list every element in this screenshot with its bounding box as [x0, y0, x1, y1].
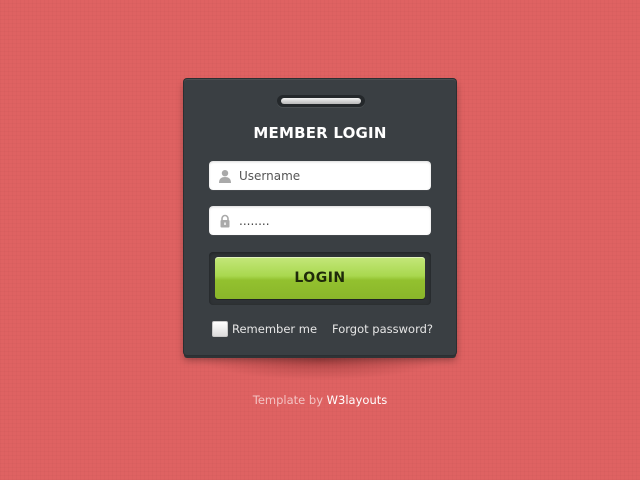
- login-title: MEMBER LOGIN: [253, 124, 387, 142]
- remember-me[interactable]: Remember me: [212, 321, 317, 337]
- login-card: MEMBER LOGIN LOGIN Remember me Forgot pa…: [184, 79, 456, 355]
- remember-label: Remember me: [232, 322, 318, 336]
- username-field[interactable]: [209, 161, 431, 190]
- login-button-well: LOGIN: [209, 252, 431, 305]
- remember-checkbox[interactable]: [212, 321, 228, 337]
- footer-credit: Template by W3layouts: [0, 393, 640, 407]
- hanger-bar: [281, 98, 361, 104]
- footer-link[interactable]: W3layouts: [327, 393, 388, 407]
- password-input[interactable]: [239, 206, 425, 235]
- user-icon: [218, 168, 232, 183]
- username-input[interactable]: [239, 161, 425, 190]
- hanger-decoration: [277, 95, 365, 107]
- password-field[interactable]: [209, 206, 431, 235]
- footer-prefix: Template by: [252, 393, 324, 407]
- lock-icon: [218, 213, 232, 228]
- login-button[interactable]: LOGIN: [215, 257, 425, 299]
- forgot-password-link[interactable]: Forgot password?: [332, 322, 433, 336]
